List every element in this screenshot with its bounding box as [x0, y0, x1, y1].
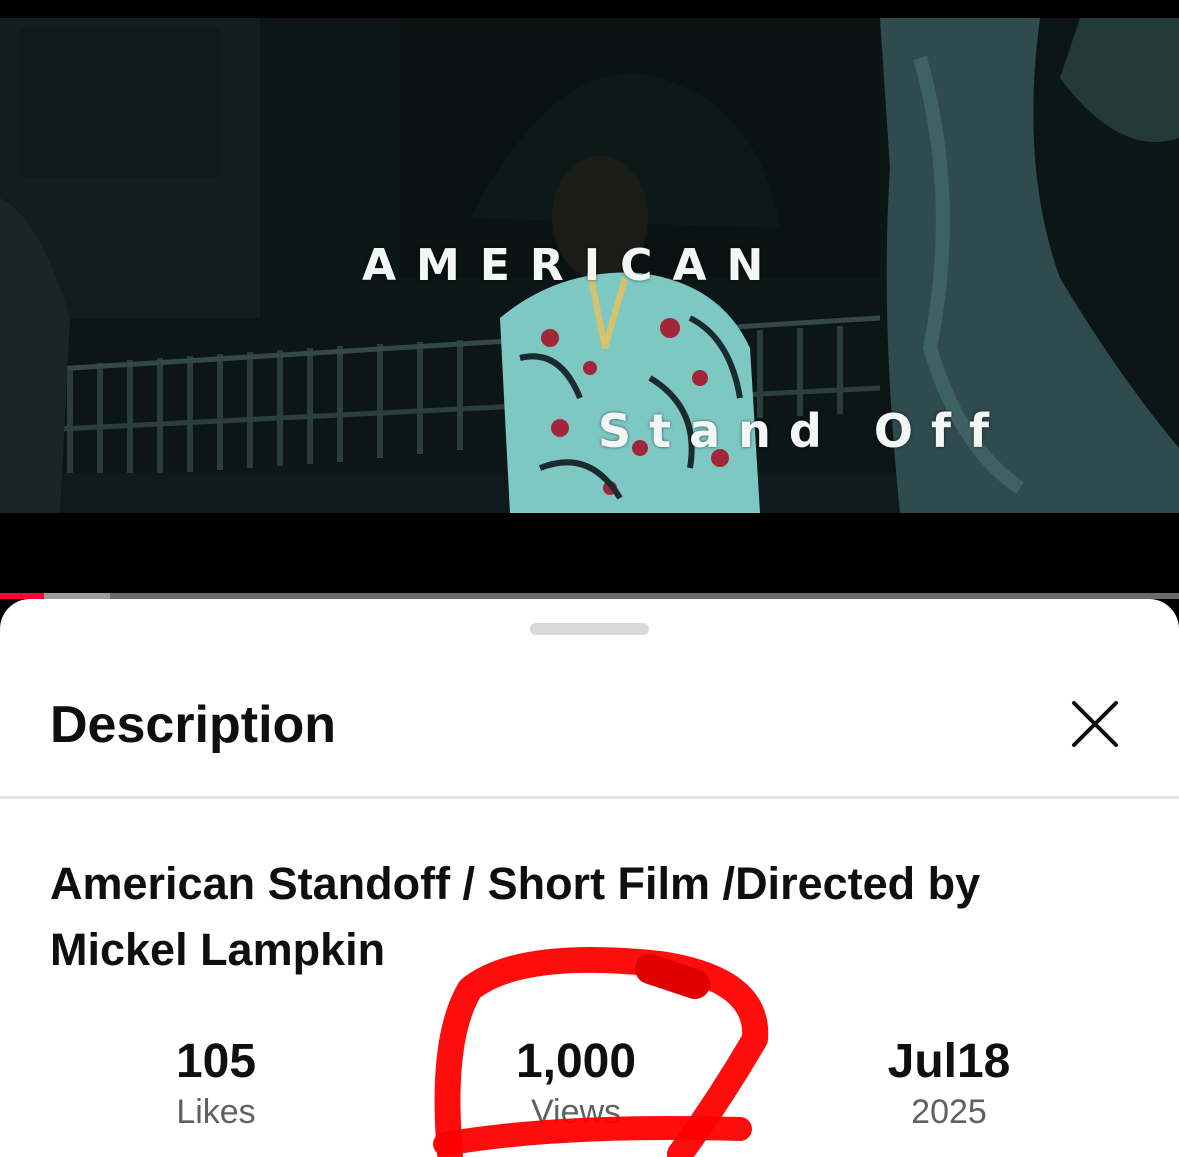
red-annotation-circle [433, 946, 769, 1157]
video-letterbox [0, 513, 1179, 593]
description-sheet: Description American Standoff / Short Fi… [0, 599, 1179, 1157]
top-black-bar [0, 0, 1179, 18]
video-player[interactable]: AMERICAN Stand Off [0, 18, 1179, 513]
overlay-title-line-1: AMERICAN [362, 240, 784, 291]
overlay-title-line-2: Stand Off [598, 404, 1007, 458]
